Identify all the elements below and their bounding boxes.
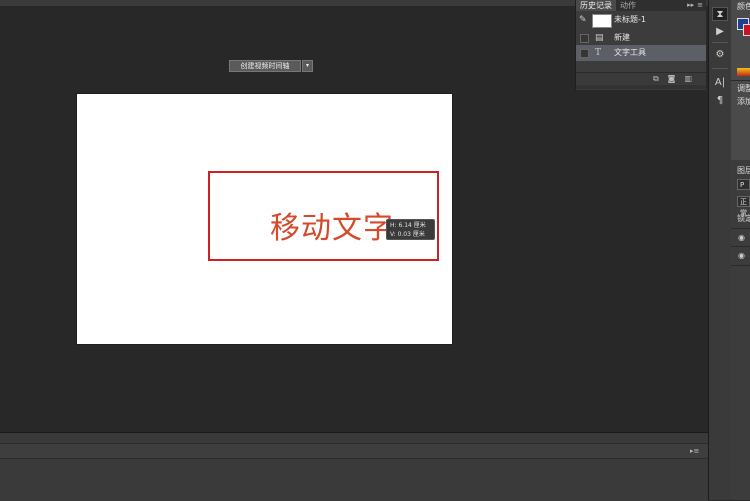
camera-icon[interactable]: ◙ — [668, 73, 676, 84]
layer-visibility-eye-icon[interactable]: ◉ — [738, 251, 745, 260]
panel-controls: ▸▸ ≡ — [687, 0, 706, 11]
tooltip-h-value: 6.14 — [398, 222, 412, 229]
properties-panel-icon[interactable]: ⚙ — [712, 48, 728, 62]
chevron-down-icon[interactable]: ▾ — [302, 60, 313, 72]
tab-actions[interactable]: 动作 — [616, 0, 640, 11]
new-document-icon: ▤ — [595, 33, 604, 43]
paragraph-panel-icon[interactable]: ¶ — [712, 94, 728, 108]
snapshot-thumbnail — [592, 14, 612, 28]
panel-menu-icon[interactable]: ▸≡ — [690, 444, 699, 458]
tooltip-h-label: H: — [390, 222, 397, 229]
canvas-text-layer[interactable]: 移动文字 — [270, 203, 394, 247]
create-video-timeline-button[interactable]: 创建视频时间轴 — [229, 60, 301, 72]
background-color-swatch[interactable] — [743, 24, 750, 36]
panel-dock-strip: ⧗ ▶ ⚙ A| ¶ — [708, 0, 732, 500]
blend-mode-select[interactable]: 正常 — [737, 196, 750, 217]
tooltip-v-unit: 厘米 — [412, 231, 425, 238]
history-footer: ⧉ ◙ ▥ — [576, 72, 706, 84]
play-actions-icon[interactable]: ▶ — [712, 25, 728, 39]
layer-visibility-eye-icon[interactable]: ◉ — [738, 233, 745, 242]
adjustments-add-label: 添加 — [737, 97, 750, 106]
tab-history[interactable]: 历史记录 — [576, 0, 616, 11]
panel-menu-icon[interactable]: ≡ — [697, 0, 703, 11]
history-panel-tabs: 历史记录 动作 ▸▸ ≡ — [576, 0, 706, 11]
history-snapshot-row[interactable]: ✎ 未标题-1 — [576, 12, 706, 28]
layer-kind-filter[interactable]: P — [737, 179, 750, 190]
lock-label: 锁定 — [737, 214, 750, 223]
history-panel-icon[interactable]: ⧗ — [712, 7, 728, 21]
right-panel-column: 颜色 调整 添加 图层 P 正常 锁定 ◉ ◉ — [731, 0, 750, 500]
history-brush-icon[interactable]: ✎ — [579, 12, 587, 28]
swatches-strip[interactable] — [737, 68, 750, 76]
adjustments-panel-label[interactable]: 调整 — [737, 83, 750, 94]
history-source-checkbox[interactable] — [580, 34, 589, 43]
tooltip-h-unit: 厘米 — [413, 222, 426, 229]
panel-resize-grip[interactable] — [576, 85, 706, 89]
timeline-header: ▸≡ — [0, 443, 708, 459]
new-document-from-state-icon[interactable]: ⧉ — [653, 73, 659, 84]
history-item-new[interactable]: ▤ 新建 — [576, 30, 706, 46]
color-panel-label[interactable]: 颜色 — [737, 1, 750, 12]
history-item-label: 文字工具 — [614, 48, 646, 57]
history-source-checkbox[interactable] — [580, 49, 589, 58]
snapshot-label: 未标题-1 — [614, 15, 646, 24]
collapse-icon[interactable]: ▸▸ — [687, 0, 694, 11]
type-tool-icon: T — [595, 48, 602, 58]
tooltip-v-value: 0.03 — [397, 231, 411, 238]
trash-icon[interactable]: ▥ — [684, 73, 692, 84]
character-panel-icon[interactable]: A| — [712, 76, 728, 90]
move-offset-tooltip: H: 6.14 厘米 V: 0.03 厘米 — [386, 219, 435, 240]
layers-panel-label[interactable]: 图层 — [737, 165, 750, 176]
tooltip-v-label: V: — [390, 231, 396, 238]
history-item-type-tool[interactable]: T 文字工具 — [576, 45, 706, 61]
history-item-label: 新建 — [614, 33, 630, 42]
timeline-panel: ▸≡ — [0, 432, 708, 501]
history-panel: 历史记录 动作 ▸▸ ≡ ✎ 未标题-1 ▤ 新建 T 文字工具 ⧉ ◙ ▥ — [575, 0, 706, 90]
